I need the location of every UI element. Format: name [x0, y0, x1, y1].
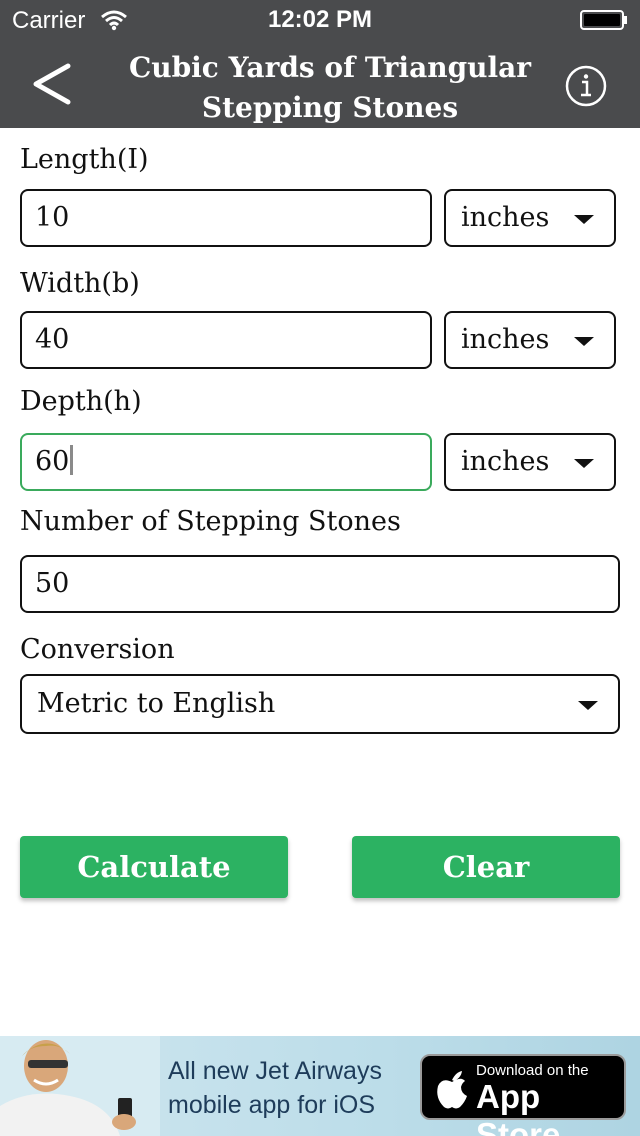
width-value: 40 — [35, 324, 70, 355]
length-unit-value: inches — [461, 202, 550, 233]
clear-button[interactable]: Clear — [352, 836, 620, 898]
dropdown-arrow-icon — [574, 215, 594, 224]
ad-person-image — [0, 1036, 160, 1136]
stones-label: Number of Stepping Stones — [20, 506, 401, 537]
back-button[interactable] — [26, 58, 78, 110]
dropdown-arrow-icon — [578, 701, 598, 710]
info-icon — [565, 65, 607, 107]
stones-value: 50 — [35, 568, 70, 599]
text-cursor — [70, 445, 74, 475]
badge-big-text: App Store — [476, 1078, 561, 1136]
depth-label: Depth(h) — [20, 386, 142, 417]
ad-banner[interactable]: All new Jet Airways mobile app for iOS D… — [0, 1036, 640, 1136]
info-button[interactable] — [564, 64, 608, 108]
dropdown-arrow-icon — [574, 337, 594, 346]
battery-icon — [580, 10, 627, 30]
app-store-badge[interactable]: Download on the App Store — [420, 1054, 626, 1136]
status-time: 12:02 PM — [267, 6, 373, 33]
ad-text-line-1: All new Jet Airways — [168, 1057, 382, 1085]
depth-unit-value: inches — [461, 446, 550, 477]
depth-unit-select[interactable]: inches — [444, 433, 616, 491]
dropdown-arrow-icon — [574, 459, 594, 468]
ad-text-line-2: mobile app for iOS — [168, 1091, 376, 1119]
page-title-line-1: Cubic Yards of Triangular — [128, 51, 532, 84]
ad-text: All new Jet Airways mobile app for iOS — [168, 1054, 418, 1122]
calculate-button[interactable]: Calculate — [20, 836, 288, 898]
width-label: Width(b) — [20, 268, 140, 299]
page-title: Cubic Yards of Triangular Stepping Stone… — [110, 48, 550, 128]
length-label: Length(I) — [20, 144, 149, 175]
navigation-bar: Cubic Yards of Triangular Stepping Stone… — [0, 40, 640, 128]
conversion-label: Conversion — [20, 634, 175, 665]
conversion-select[interactable]: Metric to English — [20, 674, 620, 734]
width-unit-select[interactable]: inches — [444, 311, 616, 369]
length-value: 10 — [35, 202, 70, 233]
width-input[interactable]: 40 — [20, 311, 432, 369]
chevron-left-icon — [33, 63, 71, 105]
length-input[interactable]: 10 — [20, 189, 432, 247]
length-unit-select[interactable]: inches — [444, 189, 616, 247]
stones-input[interactable]: 50 — [20, 555, 620, 613]
page-title-line-2: Stepping Stones — [201, 91, 459, 124]
depth-value: 60 — [35, 446, 70, 477]
conversion-value: Metric to English — [37, 688, 276, 719]
badge-small-text: Download on the — [476, 1062, 589, 1079]
apple-icon — [437, 1071, 467, 1109]
width-unit-value: inches — [461, 324, 550, 355]
status-bar: Carrier 12:02 PM — [0, 0, 640, 40]
depth-input[interactable]: 60 — [20, 433, 432, 491]
